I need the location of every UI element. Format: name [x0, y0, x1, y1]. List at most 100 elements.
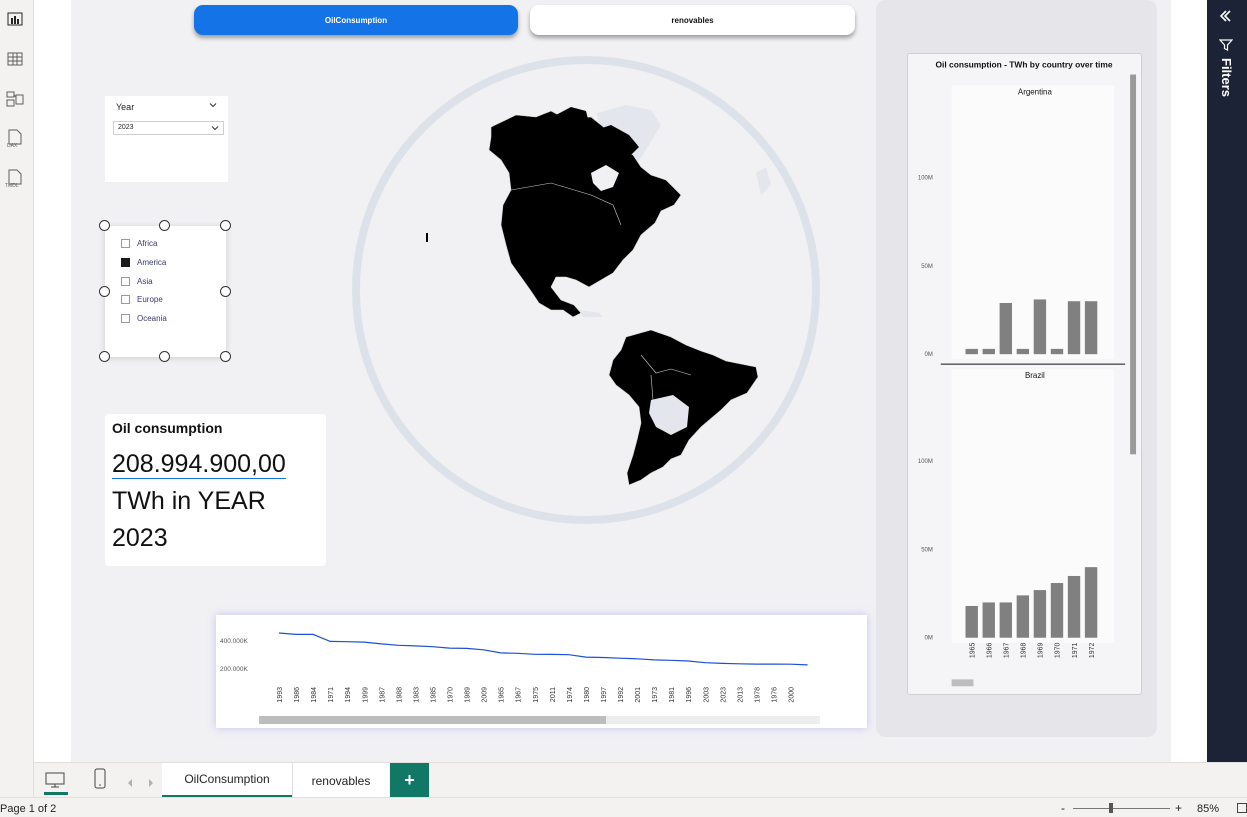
nav-button-oilconsumption[interactable]: OilConsumption: [194, 5, 518, 35]
x-tick-label: 1994: [345, 687, 352, 703]
x-tick-label: 1965: [499, 687, 506, 703]
region-label: America: [137, 258, 167, 267]
region-label: Europe: [137, 295, 163, 304]
x-tick-label: 1967: [1004, 643, 1011, 659]
region-option-europe[interactable]: Europe: [121, 295, 163, 304]
x-tick-label: 1973: [652, 687, 659, 703]
resize-handle[interactable]: [220, 220, 231, 231]
x-tick-label: 1985: [430, 687, 437, 703]
panel-title: Argentina: [1018, 87, 1053, 96]
checkbox[interactable]: [121, 314, 130, 323]
x-tick-label: 1988: [396, 687, 403, 703]
x-tick-label: 1972: [1089, 643, 1096, 659]
region-option-oceania[interactable]: Oceania: [121, 314, 167, 323]
x-tick-label: 2023: [720, 687, 727, 703]
fit-to-page-icon[interactable]: [1237, 803, 1247, 816]
scroll-right-icon[interactable]: [147, 775, 155, 793]
scroll-left-icon[interactable]: [126, 775, 134, 793]
x-tick-label: 1997: [601, 687, 608, 703]
svg-text:TMDL: TMDL: [5, 183, 19, 189]
region-option-america[interactable]: America: [121, 258, 166, 267]
zoom-in-button[interactable]: +: [1175, 801, 1182, 815]
filter-icon: [1218, 38, 1234, 57]
x-tick-label: 1983: [413, 687, 420, 703]
globe-map[interactable]: [351, 55, 821, 525]
table-view-icon[interactable]: [4, 48, 26, 70]
zoom-slider-thumb[interactable]: [1109, 803, 1113, 813]
bar: [982, 348, 995, 355]
resize-handle[interactable]: [159, 220, 170, 231]
region-label: Africa: [137, 239, 158, 248]
x-tick-label: 2000: [789, 687, 796, 703]
checkbox-checked[interactable]: [121, 258, 130, 267]
line-series: [278, 632, 808, 666]
x-tick-label: 2003: [703, 687, 710, 703]
add-page-button[interactable]: +: [390, 763, 429, 798]
bar: [965, 605, 978, 638]
x-tick-label: 1971: [1072, 643, 1079, 659]
region-option-africa[interactable]: Africa: [121, 239, 157, 248]
x-tick-label: 2009: [482, 687, 489, 703]
mobile-layout-icon[interactable]: [92, 768, 108, 795]
x-tick-label: 1999: [362, 687, 369, 703]
zoom-slider-track[interactable]: [1073, 808, 1170, 809]
resize-handle[interactable]: [159, 351, 170, 362]
x-tick-label: 1975: [533, 687, 540, 703]
x-tick-label: 1976: [771, 687, 778, 703]
tmdl-view-icon[interactable]: TMDL: [4, 168, 26, 190]
region-label: Asia: [137, 277, 153, 286]
bar: [1016, 348, 1030, 355]
bar: [1050, 583, 1064, 638]
card-title: Oil consumption: [112, 420, 223, 436]
panel-title: Brazil: [1025, 371, 1045, 380]
x-tick-label: 1992: [618, 687, 625, 703]
report-view-icon[interactable]: [4, 8, 26, 30]
page-indicator: Page 1 of 2: [0, 803, 57, 815]
horizontal-scrollbar[interactable]: [951, 679, 974, 687]
bar: [1033, 299, 1047, 355]
y-tick-label: 0M: [925, 352, 933, 358]
y-tick-label: 100M: [918, 459, 933, 465]
x-tick-label: 2013: [737, 687, 744, 703]
small-multiples-bar-chart[interactable]: Oil consumption - TWh by country over ti…: [907, 53, 1142, 695]
resize-handle[interactable]: [99, 220, 110, 231]
x-tick-label: 1966: [986, 643, 993, 659]
bar: [999, 602, 1013, 638]
checkbox[interactable]: [121, 295, 130, 304]
dax-query-view-icon[interactable]: DAX: [4, 128, 26, 150]
oil-consumption-line-chart[interactable]: 400.000K 200.000K 1993 1986 1984 1971 1994 19…: [216, 615, 867, 728]
tab-oilconsumption[interactable]: OilConsumption: [162, 763, 292, 798]
checkbox[interactable]: [121, 239, 130, 248]
bar: [1016, 595, 1030, 638]
nav-button-renovables[interactable]: renovables: [530, 5, 855, 35]
resize-handle[interactable]: [99, 286, 110, 297]
card-value-number: 208.994.900,00: [112, 450, 286, 479]
expand-chevron-icon[interactable]: [1217, 8, 1233, 29]
oil-consumption-card[interactable]: Oil consumption 208.994.900,00 TWh in YE…: [105, 414, 326, 566]
model-view-icon[interactable]: [4, 88, 26, 110]
region-slicer: Africa America Asia Europe Oceania: [105, 226, 226, 357]
year-slicer: Year 2023: [105, 96, 228, 182]
checkbox[interactable]: [121, 277, 130, 286]
x-tick-label: 1980: [584, 687, 591, 703]
y-tick-label: 50M: [921, 264, 933, 270]
collapse-chevron-icon[interactable]: [209, 101, 217, 111]
x-tick-label: 1989: [465, 687, 472, 703]
left-view-rail: DAX TMDL: [0, 0, 34, 797]
region-option-asia[interactable]: Asia: [121, 277, 153, 286]
year-dropdown[interactable]: 2023: [113, 121, 224, 135]
x-tick-label: 1967: [516, 687, 523, 703]
x-tick-label: 1970: [1055, 643, 1062, 659]
x-tick-label: 1981: [669, 687, 676, 703]
resize-handle[interactable]: [99, 351, 110, 362]
vertical-scrollbar[interactable]: [1130, 74, 1137, 455]
y-tick-label: 400.000K: [220, 638, 248, 645]
zoom-level[interactable]: 85%: [1197, 803, 1219, 815]
zoom-out-button[interactable]: -: [1061, 801, 1065, 815]
tab-renovables[interactable]: renovables: [292, 763, 389, 798]
resize-handle[interactable]: [220, 351, 231, 362]
scrollbar-thumb[interactable]: [259, 716, 606, 724]
resize-handle[interactable]: [220, 286, 231, 297]
filters-pane[interactable]: Filters: [1207, 0, 1247, 762]
bar: [1067, 301, 1081, 355]
